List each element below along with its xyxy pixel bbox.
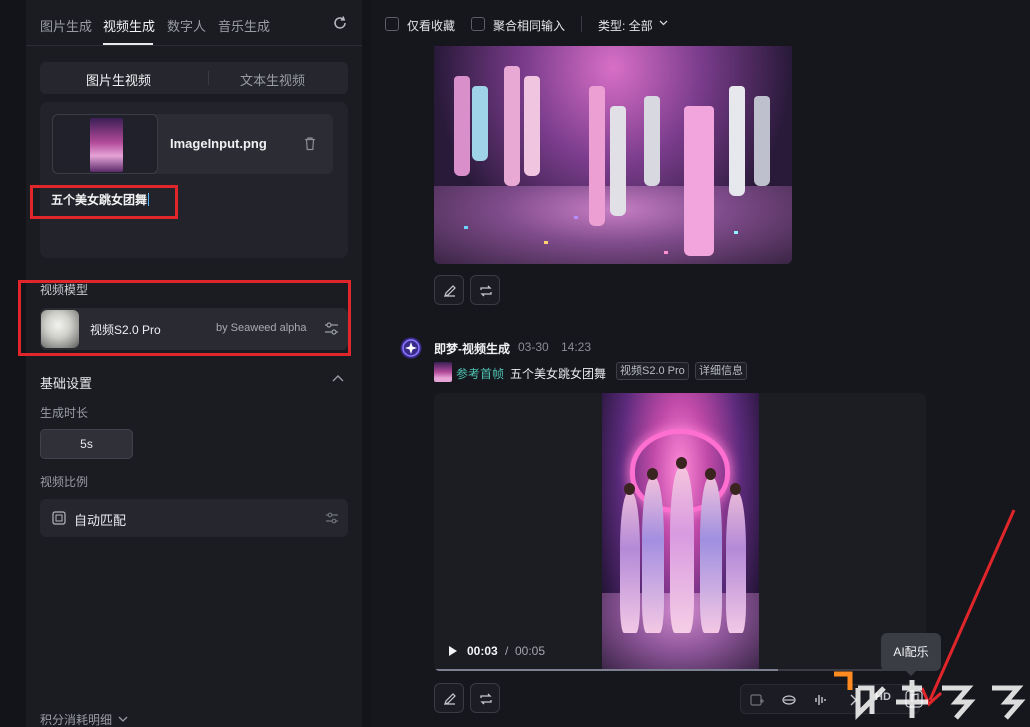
dancer-leg [472,86,488,161]
regenerate-button[interactable] [470,275,500,305]
details-tag[interactable]: 详细信息 [695,362,747,380]
image-preview [90,118,123,172]
dancer-leg [589,86,605,226]
file-name: ImageInput.png [170,136,267,151]
confetti [544,241,548,244]
ai-music-tooltip: AI配乐 [881,633,941,676]
dreamina-logo-icon [400,337,422,359]
confetti [464,226,468,229]
tab-image-to-video[interactable]: 图片生视频 [86,70,151,89]
tab-music-generation[interactable]: 音乐生成 [218,16,270,35]
dancer-leg [610,106,626,216]
points-link-label: 积分消耗明细 [40,713,113,727]
active-tab-indicator [103,43,153,45]
dancer [642,478,664,633]
type-filter-dropdown[interactable]: 类型: 全部 [598,17,653,34]
trash-icon[interactable] [303,136,317,151]
filter-bar: 仅看收藏 聚合相同输入 类型: 全部 [370,0,1030,46]
uploaded-image-row: ImageInput.png [52,114,333,174]
sliders-icon[interactable] [325,511,339,525]
total-time: 00:05 [515,644,546,658]
previous-result-image[interactable] [434,46,792,264]
reference-frame-label[interactable]: 参考首帧 [456,365,504,382]
generation-title: 即梦-视频生成 [434,342,510,356]
current-time: 00:03 [467,644,498,658]
left-panel: 图片生成 视频生成 数字人 音乐生成 图片生视频 文本生视频 ImageInpu… [26,0,362,727]
dancer-head [730,483,741,495]
merge-same-input-label: 聚合相同输入 [493,19,566,33]
favorites-only-checkbox[interactable] [385,17,399,31]
generation-prompt: 五个美女跳女团舞 [510,367,607,381]
highlight-box-prompt [30,185,178,219]
audio-wave-icon[interactable] [813,692,829,708]
favorites-only-label: 仅看收藏 [407,19,456,33]
dancer [620,493,640,633]
highlight-box-model [18,280,351,356]
sub-tab-bar: 图片生视频 文本生视频 [40,62,348,94]
dancer-leg [644,96,660,186]
dancer [700,478,722,633]
frame-extend-icon[interactable] [749,692,765,708]
reference-frame-thumbnail[interactable] [434,362,452,382]
dancer-head [647,468,658,480]
pencil-icon [444,285,456,297]
divider [208,71,209,85]
confetti [574,216,578,219]
top-tab-bar: 图片生成 视频生成 数字人 音乐生成 [26,0,362,46]
watermark-logo [834,671,1026,721]
duration-option-5s[interactable]: 5s [40,429,133,459]
time-separator: / [505,644,509,658]
basic-settings-label: 基础设置 [40,376,93,391]
confetti [664,251,668,254]
pencil-icon [444,693,456,705]
generation-date: 03-30 [518,340,549,354]
video-player[interactable]: 00:03 / 00:05 [434,393,926,671]
repeat-icon [480,285,492,297]
ratio-value: 自动匹配 [74,513,127,528]
chevron-up-icon[interactable] [332,374,344,382]
ratio-label: 视频比例 [40,475,89,489]
results-area: 仅看收藏 聚合相同输入 类型: 全部 即梦-视频生成 03-30 14:23 参… [370,0,1030,727]
dancer-leg [754,96,770,186]
aspect-ratio-icon [52,511,66,525]
dancer-leg [524,76,540,176]
video-frame [602,393,759,671]
progress-fill [434,669,779,671]
chevron-down-icon[interactable] [659,20,668,26]
edit-button[interactable] [434,683,464,713]
dancer-leg [454,76,470,176]
regenerate-button[interactable] [470,683,500,713]
uploaded-image-thumbnail[interactable] [52,114,158,174]
confetti [734,231,738,234]
dancer-leg [684,106,714,256]
duration-label: 生成时长 [40,406,89,420]
prompt-input-card: ImageInput.png 五个美女跳女团舞 [40,102,348,258]
dancer [726,493,746,633]
ratio-selector[interactable]: 自动匹配 [40,499,348,537]
play-icon[interactable] [448,645,458,657]
edit-button[interactable] [434,275,464,305]
dancer-head [676,457,687,469]
tab-text-to-video[interactable]: 文本生视频 [240,70,305,89]
tab-digital-human[interactable]: 数字人 [167,16,206,35]
merge-same-input-checkbox[interactable] [471,17,485,31]
model-tag: 视频S2.0 Pro [616,362,689,380]
dancer-head [705,468,716,480]
tab-image-generation[interactable]: 图片生成 [40,16,92,35]
lip-sync-icon[interactable] [781,692,797,708]
generation-time: 14:23 [561,340,592,354]
dancer [670,468,694,633]
divider [581,16,582,32]
tab-video-generation[interactable]: 视频生成 [103,16,155,35]
refresh-icon[interactable] [332,15,348,31]
dancer-head [624,483,635,495]
chevron-down-icon [118,716,128,722]
repeat-icon [480,693,492,705]
points-consumption-link[interactable]: 积分消耗明细 [40,711,128,727]
dancer-leg [729,86,745,196]
dancer-leg [504,66,520,186]
